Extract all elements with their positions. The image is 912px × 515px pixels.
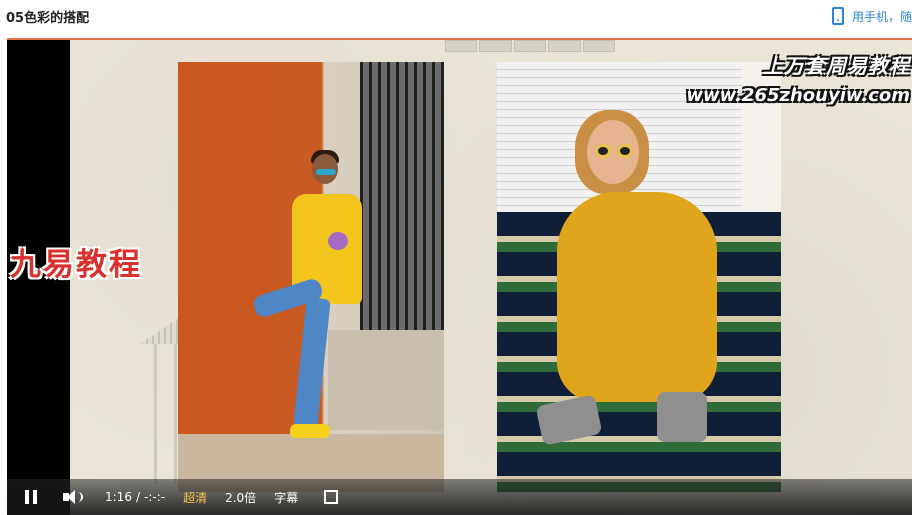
- man-standing-leg: [293, 297, 331, 429]
- video-title: 05色彩的搭配: [6, 11, 90, 26]
- woman-boot: [657, 392, 707, 442]
- photo-man-yellow-shirt: [178, 62, 444, 492]
- speed-button[interactable]: 2.0倍: [225, 489, 256, 506]
- shirt-circle: [328, 232, 348, 250]
- photo-woman-yellow-dress: [497, 62, 781, 492]
- watermark-line-2: www.265zhouyiw.com: [686, 85, 910, 106]
- watermark-line-1: 上万套周易教程: [763, 54, 910, 78]
- watch-on-mobile-link[interactable]: 用手机，随: [831, 4, 912, 28]
- watch-on-mobile-label: 用手机，随: [851, 9, 912, 24]
- current-time: 1:16: [105, 490, 132, 504]
- lens: [617, 144, 633, 158]
- photo-wall-sill: [328, 330, 444, 430]
- mini-tool: [582, 40, 616, 52]
- quality-button[interactable]: 超清: [183, 489, 207, 506]
- time-display: 1:16/ -:-:-: [105, 490, 165, 504]
- volume-icon[interactable]: [63, 490, 83, 504]
- woman-dress: [557, 192, 717, 402]
- subtitle-button[interactable]: 字幕: [274, 489, 298, 506]
- watermark: 上万套周易教程 www.265zhouyiw.com: [686, 50, 910, 106]
- lens: [595, 144, 611, 158]
- pause-icon[interactable]: [25, 490, 37, 504]
- mini-tool: [479, 40, 512, 52]
- control-bar: 1:16/ -:-:- 超清 2.0倍 字幕: [7, 479, 912, 515]
- mini-tool: [513, 40, 547, 52]
- woman-sunglasses: [595, 144, 635, 158]
- duration: -:-:-: [144, 490, 166, 504]
- left-label: 九易教程: [10, 247, 142, 283]
- man-sunglasses: [316, 169, 336, 175]
- video-player[interactable]: 上万套周易教程 www.265zhouyiw.com 九易教程 1:16/ -:-…: [7, 38, 912, 515]
- top-bar: 05色彩的搭配 用手机，随: [0, 0, 912, 34]
- photo-window-bars: [360, 62, 444, 332]
- fullscreen-icon[interactable]: [324, 490, 339, 504]
- mini-tool: [548, 40, 581, 52]
- mini-tool: [445, 40, 478, 52]
- video-frame: 上万套周易教程 www.265zhouyiw.com: [70, 40, 912, 515]
- time-separator: /: [135, 490, 140, 504]
- slide-mini-toolbar: [445, 40, 616, 52]
- phone-icon: [831, 7, 844, 25]
- man-shoe: [290, 424, 330, 438]
